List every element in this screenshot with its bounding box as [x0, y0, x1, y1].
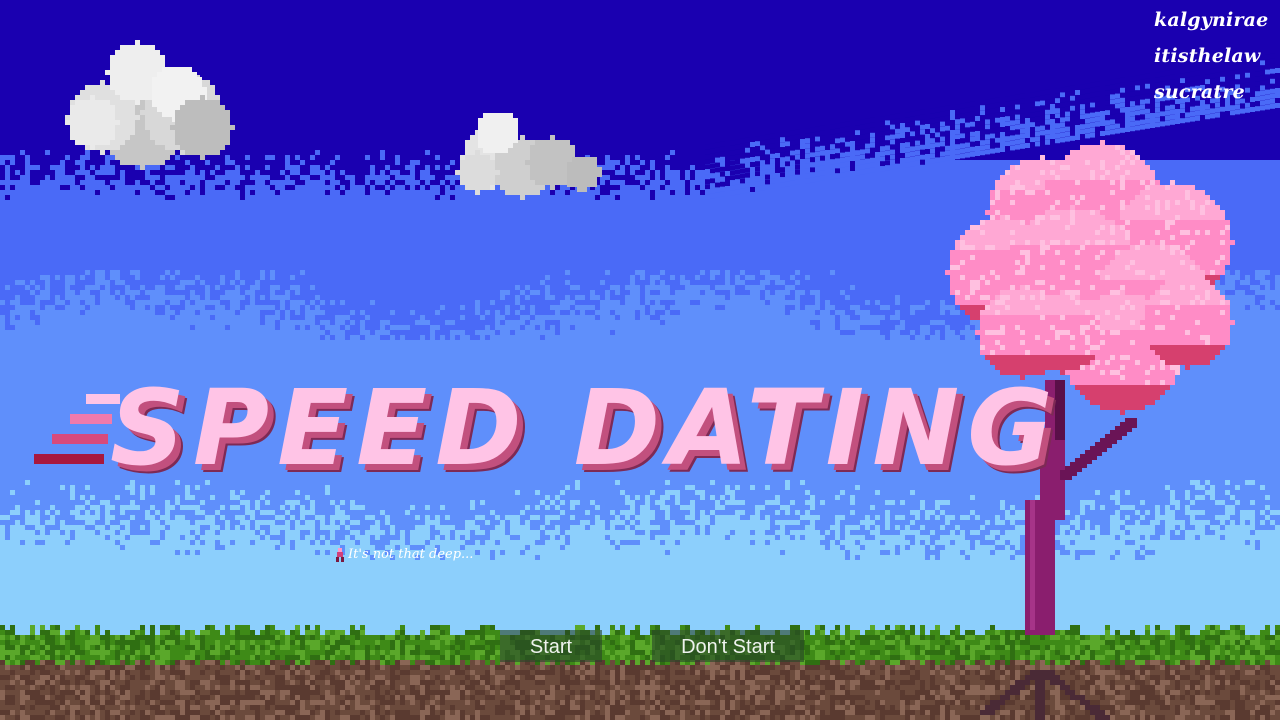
- credits-list: kalgynirae itisthelaw sucratre: [1154, 8, 1274, 104]
- credit-name: itisthelaw: [1154, 45, 1261, 67]
- pink-figure-icon: [336, 547, 344, 562]
- title-screen: kalgynirae itisthelaw sucratre SPEED DAT…: [0, 0, 1280, 720]
- start-button[interactable]: Start: [500, 630, 602, 662]
- tagline-text: It's not that deep...: [348, 547, 474, 562]
- credit-name: sucratre: [1154, 81, 1245, 103]
- credit-name: kalgynirae: [1154, 9, 1269, 31]
- game-title: SPEED DATING: [110, 367, 1061, 489]
- tagline: It's not that deep...: [334, 547, 473, 562]
- pixel-art-background: [0, 0, 1280, 720]
- dont-start-button[interactable]: Don't Start: [652, 630, 804, 662]
